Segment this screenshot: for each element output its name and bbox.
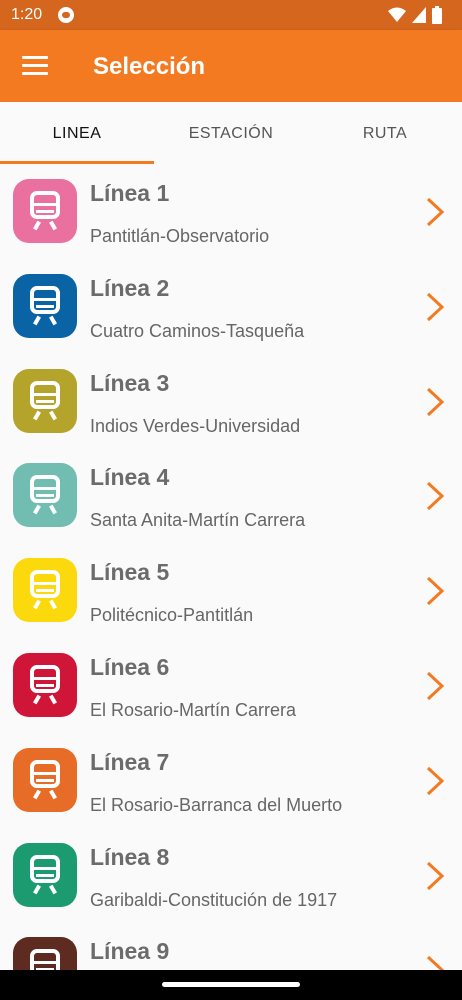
line-row-5[interactable]: Línea 5 Politécnico-Pantitlán — [0, 543, 462, 638]
tab-bar: LINEA ESTACIÓN RUTA — [0, 102, 462, 164]
line-row-1[interactable]: Línea 1 Pantitlán-Observatorio — [0, 164, 462, 259]
line-list: Línea 1 Pantitlán-Observatorio Línea 2 C… — [0, 164, 462, 970]
train-icon — [13, 368, 77, 433]
chevron-right-icon — [426, 861, 445, 890]
chevron-right-icon — [426, 956, 444, 970]
line-name: Línea 5 — [90, 559, 170, 586]
line-row-2[interactable]: Línea 2 Cuatro Caminos-Tasqueña — [0, 259, 462, 354]
train-icon — [13, 747, 77, 812]
train-icon — [13, 273, 77, 338]
menu-icon[interactable] — [22, 56, 48, 76]
train-icon — [13, 179, 77, 243]
app-bar: Selección — [0, 30, 462, 102]
line-route: Politécnico-Pantitlán — [90, 605, 254, 626]
line-route: El Rosario-Martín Carrera — [90, 699, 297, 720]
line-row-4[interactable]: Línea 4 Santa Anita-Martín Carrera — [0, 448, 462, 543]
home-gesture-handle[interactable] — [162, 982, 300, 987]
status-time: 1:20 — [11, 6, 43, 23]
line-route: Santa Anita-Martín Carrera — [90, 510, 306, 531]
line-row-8[interactable]: Línea 8 Garibaldi-Constitución de 1917 — [0, 828, 462, 923]
line-route: Indios Verdes-Universidad — [90, 415, 301, 436]
line-name: Línea 9 — [90, 938, 170, 965]
line-name: Línea 3 — [90, 369, 170, 396]
chevron-right-icon — [426, 671, 445, 701]
line-row-6[interactable]: Línea 6 El Rosario-Martín Carrera — [0, 638, 462, 733]
tab-linea[interactable]: LINEA — [0, 102, 154, 164]
status-bar: 1:20 — [0, 0, 462, 30]
line-name: Línea 2 — [90, 274, 170, 301]
chevron-right-icon — [426, 387, 445, 416]
line-route: Cuatro Caminos-Tasqueña — [90, 320, 305, 341]
line-row-3[interactable]: Línea 3 Indios Verdes-Universidad — [0, 354, 462, 449]
line-name: Línea 4 — [90, 464, 170, 491]
navigation-bar — [0, 970, 462, 1000]
status-icons — [388, 6, 442, 24]
notification-app-icon — [58, 7, 74, 23]
train-icon — [13, 937, 77, 970]
chevron-right-icon — [426, 292, 445, 321]
chevron-right-icon — [426, 577, 445, 606]
chevron-right-icon — [426, 766, 445, 795]
chevron-right-icon — [426, 197, 445, 227]
line-name: Línea 8 — [90, 843, 170, 870]
train-icon — [13, 652, 77, 717]
train-icon — [13, 842, 77, 907]
battery-icon — [432, 6, 442, 24]
wifi-icon — [388, 7, 406, 22]
line-name: Línea 1 — [90, 180, 170, 206]
line-route: Garibaldi-Constitución de 1917 — [90, 889, 338, 910]
signal-icon — [412, 7, 426, 23]
line-name: Línea 7 — [90, 748, 170, 775]
train-icon — [13, 463, 77, 528]
line-row-9[interactable]: Línea 9 — [0, 922, 462, 970]
page-title: Selección — [93, 53, 206, 80]
line-name: Línea 6 — [90, 653, 170, 680]
tab-ruta[interactable]: RUTA — [308, 102, 462, 164]
line-route: Pantitlán-Observatorio — [90, 226, 270, 246]
line-row-7[interactable]: Línea 7 El Rosario-Barranca del Muerto — [0, 733, 462, 828]
chevron-right-icon — [426, 482, 445, 511]
line-route: El Rosario-Barranca del Muerto — [90, 794, 343, 815]
tab-estacion[interactable]: ESTACIÓN — [154, 102, 308, 164]
train-icon — [13, 558, 77, 623]
